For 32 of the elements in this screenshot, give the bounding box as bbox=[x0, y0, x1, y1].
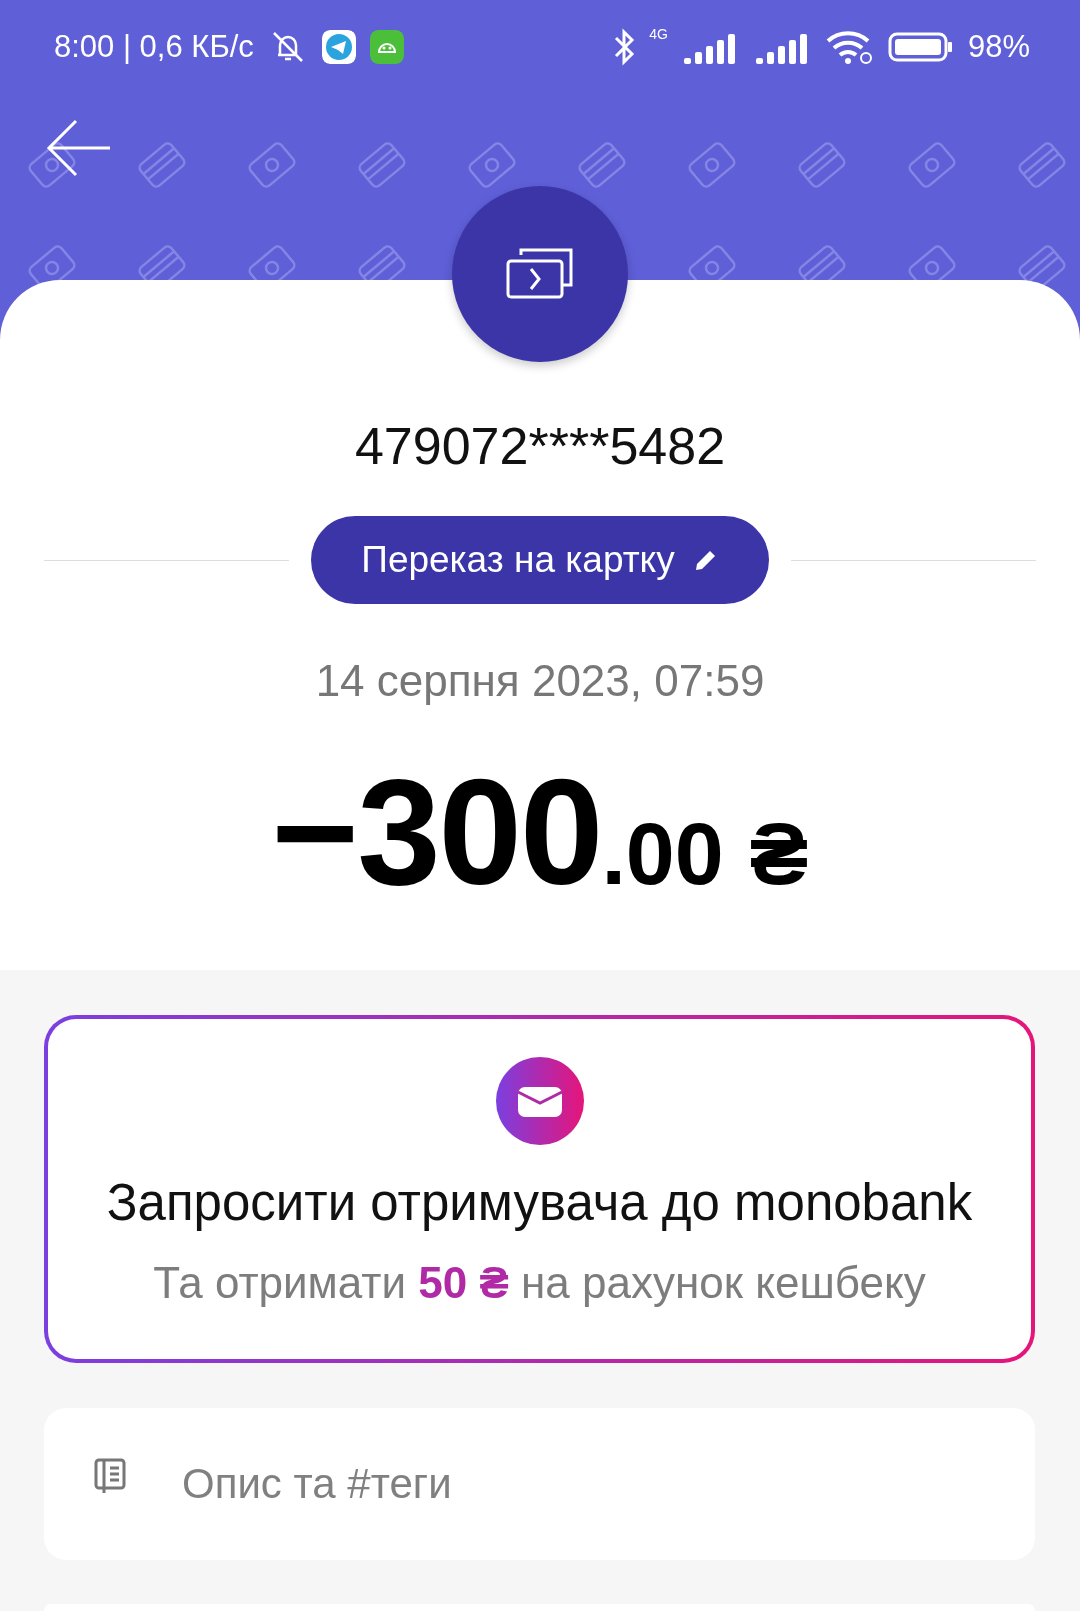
card-outline-icon bbox=[576, 140, 628, 190]
battery-icon bbox=[887, 32, 954, 62]
invite-title: Запросити отримувача до monobank bbox=[106, 1173, 973, 1232]
category-button[interactable]: Переказ на картку bbox=[311, 516, 769, 604]
telegram-icon bbox=[321, 30, 356, 64]
coin-outline-icon bbox=[246, 140, 298, 190]
currency-sign: ₴ bbox=[749, 803, 809, 905]
back-arrow-icon[interactable] bbox=[46, 118, 112, 178]
description-field[interactable]: Опис та #теги bbox=[44, 1408, 1035, 1560]
coin-outline-icon bbox=[26, 140, 78, 190]
network-type: 4G bbox=[649, 26, 668, 42]
notebook-icon bbox=[94, 1458, 126, 1494]
card-number: 479072****5482 bbox=[354, 416, 726, 476]
wifi-icon bbox=[825, 29, 874, 65]
coin-outline-icon bbox=[906, 140, 958, 190]
transaction-date: 14 серпня 2023, 07:59 bbox=[315, 656, 765, 706]
card-outline-icon bbox=[796, 140, 848, 190]
amount-fraction: .00 bbox=[601, 803, 724, 905]
android-app-icon bbox=[369, 30, 404, 64]
amount-integer: −300 bbox=[271, 747, 602, 918]
envelope-icon bbox=[495, 1057, 584, 1145]
card-transfer-icon bbox=[505, 247, 575, 301]
coin-outline-icon bbox=[466, 140, 518, 190]
coin-outline-icon bbox=[686, 140, 738, 190]
bluetooth-icon bbox=[613, 28, 636, 66]
invite-card[interactable]: Запросити отримувача до monobank Та отримати 50 ₴ на рахунок кешбеку bbox=[44, 1015, 1035, 1363]
card-outline-icon bbox=[136, 140, 188, 190]
battery-percent: 98% bbox=[967, 29, 1030, 65]
invite-subtitle: Та отримати 50 ₴ на рахунок кешбеку bbox=[153, 1258, 926, 1308]
card-outline-icon bbox=[1016, 140, 1068, 190]
card-outline-icon bbox=[356, 140, 408, 190]
status-time: 8:00 | 0,6 КБ/с bbox=[54, 29, 254, 65]
